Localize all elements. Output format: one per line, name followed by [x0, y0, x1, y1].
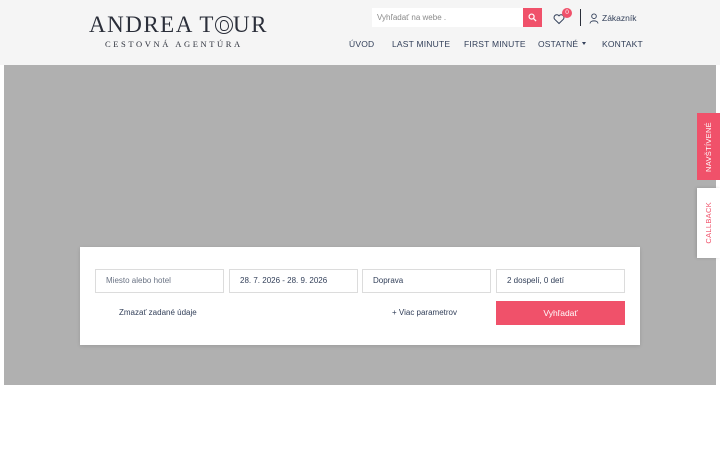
nav-item-uvod[interactable]: ÚVOD	[349, 39, 374, 51]
side-tab-visited-label: NAVŠTÍVENÉ	[704, 121, 713, 172]
search-icon	[528, 13, 537, 22]
logo-tagline: CESTOVNÁ AGENTÚRA	[105, 39, 243, 49]
globe-icon	[214, 16, 233, 34]
side-tab-callback[interactable]: CALLBACK	[697, 188, 720, 258]
nav-item-ostatne-label: OSTATNÉ	[538, 39, 579, 49]
clear-filters-link[interactable]: Zmazať zadané údaje	[119, 308, 197, 317]
favorites-button[interactable]: 0	[553, 8, 572, 25]
chevron-down-icon	[582, 42, 587, 45]
transport-select[interactable]: Doprava	[362, 269, 491, 293]
site-header: ANDREA TUR CESTOVNÁ AGENTÚRA 0 Zákazník …	[0, 0, 720, 65]
site-search-button[interactable]	[523, 8, 542, 27]
side-tab-callback-label: CALLBACK	[704, 202, 713, 244]
more-parameters-link[interactable]: + Viac parametrov	[392, 308, 457, 317]
header-divider	[580, 9, 581, 26]
date-range-input[interactable]: 28. 7. 2026 - 28. 9. 2026	[229, 269, 358, 293]
trip-search-button[interactable]: Vyhľadať	[496, 301, 625, 325]
trip-search-panel: Miesto alebo hotel 28. 7. 2026 - 28. 9. …	[80, 247, 640, 345]
user-icon	[589, 12, 599, 24]
nav-item-first-minute[interactable]: FIRST MINUTE	[464, 39, 526, 51]
favorites-count-badge: 0	[562, 8, 572, 18]
nav-item-last-minute[interactable]: LAST MINUTE	[392, 39, 450, 51]
site-search	[372, 8, 542, 27]
customer-account-link[interactable]: Zákazník	[589, 11, 637, 25]
destination-input[interactable]: Miesto alebo hotel	[95, 269, 224, 293]
site-search-input[interactable]	[372, 8, 523, 27]
site-logo[interactable]: ANDREA T UR CESTOVNÁ AGENTÚRA	[89, 12, 268, 50]
nav-item-ostatne[interactable]: OSTATNÉ	[538, 39, 587, 51]
customer-label: Zákazník	[602, 13, 637, 23]
travelers-select[interactable]: 2 dospelí, 0 detí	[496, 269, 625, 293]
logo-wordmark: ANDREA T UR	[89, 12, 268, 37]
nav-item-kontakt[interactable]: KONTAKT	[602, 39, 643, 51]
side-tab-visited[interactable]: NAVŠTÍVENÉ	[697, 113, 720, 180]
